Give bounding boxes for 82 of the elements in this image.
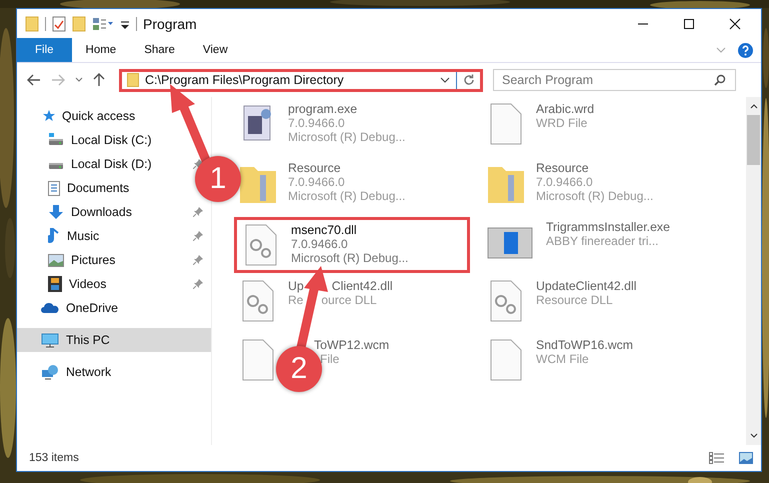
file-detail: 7.0.9466.0 [536,175,593,189]
file-name: Up [288,279,304,293]
file-detail: Microsoft (R) Debug... [288,189,406,203]
file-detail: File [320,352,340,366]
pin-icon[interactable] [193,231,203,241]
cloud-icon [41,302,59,314]
sidebar-item[interactable]: This PC [17,328,211,352]
file-name: program.exe [288,102,358,116]
back-arrow-icon[interactable] [27,74,41,86]
file-detail: Microsoft (R) Debug... [536,189,654,203]
file-name: msenc70.dll [291,223,357,237]
search-icon [714,74,726,86]
folder-icon [127,73,139,87]
file-name: Arabic.wrd [536,102,594,116]
sidebar-item[interactable]: Local Disk (C:) [71,133,152,147]
up-arrow-icon[interactable] [93,73,105,87]
sidebar-item[interactable]: OneDrive [17,296,211,320]
address-bar[interactable]: C:\Program Files\Program Directory [119,68,483,92]
sidebar-item[interactable]: Videos [69,277,106,291]
star-icon [41,109,55,123]
sidebar-label: Network [66,365,112,379]
file-detail: ource DLL [321,293,377,307]
refresh-icon[interactable] [463,74,475,86]
scrollbar-thumb[interactable] [747,115,760,165]
file-detail: ABBY finereader tri... [546,234,658,248]
properties-icon[interactable] [52,16,66,32]
ribbon-tab[interactable]: Share [130,38,189,62]
sidebar-label: Quick access [62,109,136,123]
window-title: Program [143,16,197,32]
music-note-icon [48,228,60,244]
item-count: 153 items [29,452,79,464]
sidebar-item[interactable]: Local Disk (D:) [71,157,152,171]
file-detail: WRD File [536,116,588,130]
file-detail: Re [288,293,304,307]
file-name: Resource [288,161,341,175]
sidebar-item[interactable]: Downloads [71,205,132,219]
file-name: Resource [536,161,589,175]
picture-icon[interactable] [739,452,753,464]
drive-icon [48,133,64,147]
monitor-icon [41,332,59,348]
details-view-icon[interactable] [709,452,725,464]
network-icon [41,364,59,380]
file-detail: 7.0.9466.0 [288,175,345,189]
file-detail: Microsoft (R) Debug... [288,130,406,144]
file-name: UpdateClient42.dll [536,279,636,293]
maximize-icon[interactable] [683,18,695,30]
document-icon [48,180,60,196]
search-field[interactable]: Search Program [493,69,736,91]
close-icon[interactable] [729,18,741,30]
help-icon[interactable] [738,42,753,58]
sidebar-item[interactable]: Network [17,360,211,384]
file-name: TrigrammsInstaller.exe [546,220,670,234]
ribbon-tab[interactable]: View [188,38,242,62]
sidebar-label: OneDrive [66,301,118,315]
layout-icon[interactable] [92,16,114,30]
folder-icon [25,16,39,32]
ribbon-tab[interactable]: Home [72,38,130,62]
address-path: C:\Program Files\Program Directory [145,73,345,87]
chevron-down-icon[interactable] [750,433,758,439]
file-menu-button[interactable]: File [17,38,72,62]
scrollbar[interactable] [746,97,761,445]
film-icon [48,276,62,292]
file-detail: WCM File [536,352,589,366]
sidebar-item[interactable]: Pictures [71,253,116,267]
sidebar-label: This PC [66,333,110,347]
sidebar-item[interactable]: Quick access [17,104,211,128]
highlighted-file-item[interactable]: msenc70.dll 7.0.9466.0 Microsoft (R) Debug... [234,217,470,273]
chevron-up-icon[interactable] [750,103,758,109]
sidebar-item[interactable]: Documents [67,181,130,195]
sidebar-item[interactable]: Music [67,229,100,243]
file-name: Client42.dll [332,279,393,293]
file-detail: Resource DLL [536,293,613,307]
file-name: SndToWP16.wcm [536,338,634,352]
pin-icon[interactable] [193,279,203,289]
download-arrow-icon [48,204,64,220]
file-detail: Microsoft (R) Debug... [291,251,408,265]
chevron-down-icon[interactable] [440,77,450,83]
pin-icon[interactable] [193,255,203,265]
picture-icon [48,254,64,266]
pin-icon[interactable] [193,207,203,217]
file-detail: 7.0.9466.0 [291,237,348,251]
file-detail: 7.0.9466.0 [288,116,345,130]
